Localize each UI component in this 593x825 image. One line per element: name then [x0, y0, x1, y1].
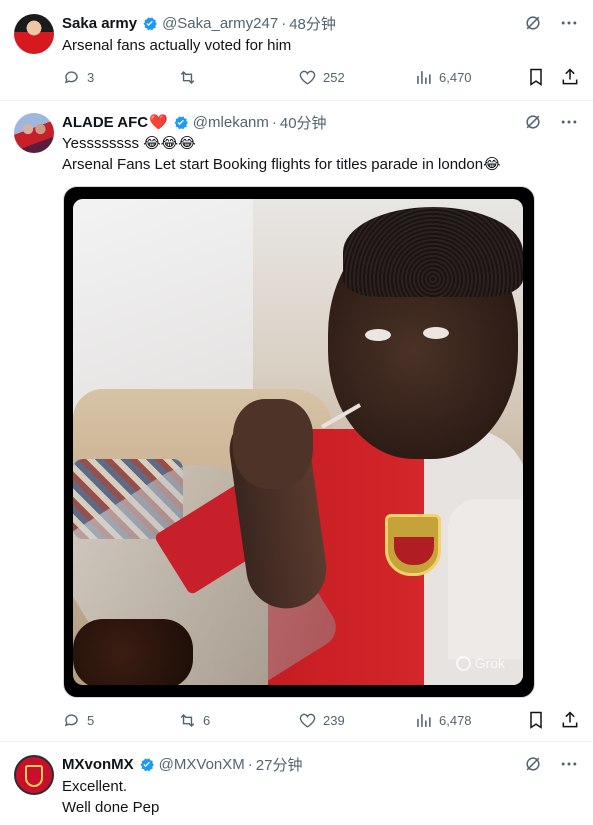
post-header: Saka army @Saka_army247 · 48分钟: [62, 13, 336, 33]
like-count: 252: [323, 69, 345, 85]
post-mxvonmx[interactable]: MXvonMX @MXVonXM · 27分钟 Excellent. Well …: [0, 742, 593, 825]
post-header: MXvonMX @MXVonXM · 27分钟: [62, 754, 302, 774]
bookmark-icon[interactable]: [526, 67, 546, 87]
reply-button[interactable]: 3: [62, 67, 94, 87]
post-media-image[interactable]: Grok: [63, 186, 535, 698]
avatar[interactable]: [14, 755, 54, 795]
avatar[interactable]: [14, 113, 54, 153]
views-icon: [417, 713, 431, 727]
reply-count: 5: [87, 712, 95, 728]
post-text-line-1: Excellent.: [62, 778, 128, 795]
name-emoji: ❤️: [149, 114, 168, 131]
repost-icon: [180, 713, 195, 727]
verified-badge-icon: [143, 16, 157, 30]
reply-count: 3: [87, 69, 95, 85]
post-actions: 5 6 239 6,478: [62, 710, 580, 730]
views-button[interactable]: 6,478: [414, 710, 472, 730]
reply-icon: [64, 713, 78, 726]
timestamp[interactable]: 40分钟: [280, 112, 327, 133]
share-icon[interactable]: [560, 67, 580, 87]
like-icon: [299, 70, 316, 85]
separator-dot: ·: [281, 14, 287, 32]
user-handle[interactable]: @MXVonXM: [159, 756, 245, 773]
timestamp[interactable]: 48分钟: [289, 13, 336, 34]
views-button[interactable]: 6,470: [414, 67, 472, 87]
post-text-line-2: Well done Pep: [62, 799, 160, 816]
like-icon: [299, 713, 316, 728]
display-name[interactable]: ALADE AFC: [62, 114, 148, 131]
user-handle[interactable]: @mlekanm: [193, 114, 269, 131]
post-saka-army[interactable]: Saka army @Saka_army247 · 48分钟 Arsenal f…: [0, 0, 593, 100]
repost-button[interactable]: 6: [178, 710, 210, 730]
timestamp[interactable]: 27分钟: [256, 754, 303, 775]
post-secondary-actions: [526, 67, 580, 87]
more-icon[interactable]: [559, 112, 579, 132]
user-handle[interactable]: @Saka_army247: [162, 15, 278, 32]
post-secondary-actions: [526, 710, 580, 730]
post-header: ALADE AFC ❤️ @mlekanm · 40分钟: [62, 112, 327, 132]
more-icon[interactable]: [559, 754, 579, 774]
post-top-actions: [523, 112, 579, 132]
display-name[interactable]: MXvonMX: [62, 756, 134, 773]
bookmark-icon[interactable]: [526, 710, 546, 730]
views-icon: [417, 70, 431, 84]
repost-icon: [180, 70, 195, 84]
reply-icon: [64, 70, 78, 83]
post-text-line-2: Arsenal Fans Let start Booking flights f…: [62, 156, 501, 173]
separator-dot: ·: [271, 113, 277, 131]
post-top-actions: [523, 754, 579, 774]
separator-dot: ·: [247, 755, 253, 773]
grok-watermark: Grok: [455, 655, 505, 671]
post-top-actions: [523, 13, 579, 33]
display-name[interactable]: Saka army: [62, 15, 137, 32]
like-button[interactable]: 239: [298, 710, 345, 730]
more-icon[interactable]: [559, 13, 579, 33]
share-icon[interactable]: [560, 710, 580, 730]
grok-icon[interactable]: [523, 13, 543, 33]
like-count: 239: [323, 712, 345, 728]
reply-button[interactable]: 5: [62, 710, 94, 730]
post-actions: 3 252 6,470: [62, 67, 580, 87]
grok-icon[interactable]: [523, 754, 543, 774]
repost-count: 6: [203, 712, 211, 728]
verified-badge-icon: [174, 115, 188, 129]
views-count: 6,470: [439, 69, 472, 85]
grok-icon[interactable]: [523, 112, 543, 132]
verified-badge-icon: [140, 757, 154, 771]
avatar[interactable]: [14, 14, 54, 54]
meme-photo: Grok: [73, 199, 523, 685]
repost-button[interactable]: [178, 67, 203, 87]
views-count: 6,478: [439, 712, 472, 728]
post-text: Arsenal fans actually voted for him: [62, 37, 292, 54]
arsenal-crest: [385, 514, 441, 576]
like-button[interactable]: 252: [298, 67, 345, 87]
post-text-line-1: Yessssssss 😂😂😂: [62, 135, 196, 152]
